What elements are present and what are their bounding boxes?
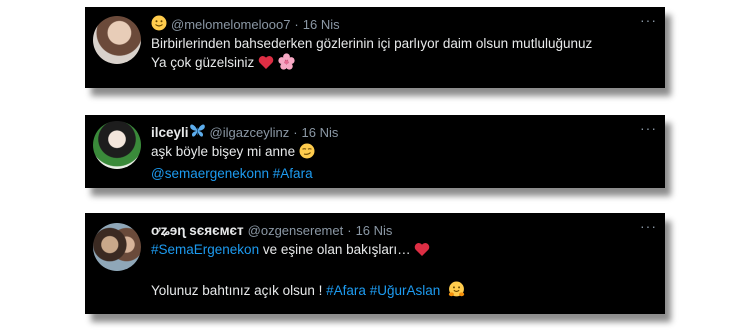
tweet-text-line: ve eşine olan bakışları… xyxy=(262,242,411,257)
tweet-text-line: aşk böyle bişey mi anne xyxy=(151,144,296,159)
more-options-icon[interactable]: ··· xyxy=(640,219,657,233)
tweet-text-line: Ya çok güzelsiniz xyxy=(151,55,255,70)
hashtag-link[interactable]: #SemaErgenekon xyxy=(151,242,259,257)
user-handle[interactable]: @ozgenseremet xyxy=(248,223,344,238)
red-heart-icon xyxy=(414,242,430,262)
cherry-blossom-icon xyxy=(278,53,295,75)
tweet-text-line: Yolunuz bahtınız açık olsun ! xyxy=(151,283,323,298)
tweet-header: ilceyli @ilgazceylinz · 16 Nis xyxy=(151,122,653,142)
smiling-face-icon xyxy=(151,15,167,34)
tweet-date[interactable]: 16 Nis xyxy=(303,17,340,32)
separator-dot: · xyxy=(347,222,352,238)
more-options-icon[interactable]: ··· xyxy=(640,121,657,135)
tweet-date[interactable]: 16 Nis xyxy=(302,125,339,140)
separator-dot: · xyxy=(294,16,299,32)
avatar[interactable] xyxy=(93,121,141,169)
hashtag-link[interactable]: #UğurAslan xyxy=(370,283,441,298)
tweet-card[interactable]: @melomelomelooo7 · 16 Nis Birbirlerinden… xyxy=(85,7,665,88)
mention-link[interactable]: @semaergenekonn xyxy=(151,166,269,181)
display-name[interactable]: ơʑɘɳ ѕєяємєт xyxy=(151,223,244,238)
user-handle[interactable]: @melomelomelooo7 xyxy=(171,17,290,32)
tweet-date[interactable]: 16 Nis xyxy=(356,223,393,238)
avatar[interactable] xyxy=(93,16,141,64)
user-handle[interactable]: @ilgazceylinz xyxy=(210,125,290,140)
more-options-icon[interactable]: ··· xyxy=(640,13,657,27)
blue-butterfly-icon xyxy=(189,123,206,141)
hashtag-link[interactable]: #Afara xyxy=(326,283,366,298)
tweet-card[interactable]: ơʑɘɳ ѕєяємєт @ozgenseremet · 16 Nis #Sem… xyxy=(85,213,665,314)
tweet-text: #SemaErgenekon ve eşine olan bakışları… … xyxy=(151,240,653,303)
tweet-text: aşk böyle bişey mi anne @semaergenekonn … xyxy=(151,142,653,183)
avatar[interactable] xyxy=(93,223,141,271)
tweet-header: @melomelomelooo7 · 16 Nis xyxy=(151,14,653,34)
tweet-text: Birbirlerinden bahsederken gözlerinin iç… xyxy=(151,34,653,75)
tweet-card[interactable]: ilceyli @ilgazceylinz · 16 Nis aşk böyle… xyxy=(85,115,665,188)
smirking-face-icon xyxy=(299,143,315,164)
tweet-header: ơʑɘɳ ѕєяємєт @ozgenseremet · 16 Nis xyxy=(151,220,653,240)
hugging-face-icon xyxy=(448,281,465,303)
hashtag-link[interactable]: #Afara xyxy=(273,166,313,181)
tweet-text-line: Birbirlerinden bahsederken gözlerinin iç… xyxy=(151,36,593,51)
red-heart-icon xyxy=(258,55,274,75)
display-name[interactable]: ilceyli xyxy=(151,125,189,140)
separator-dot: · xyxy=(293,124,298,140)
